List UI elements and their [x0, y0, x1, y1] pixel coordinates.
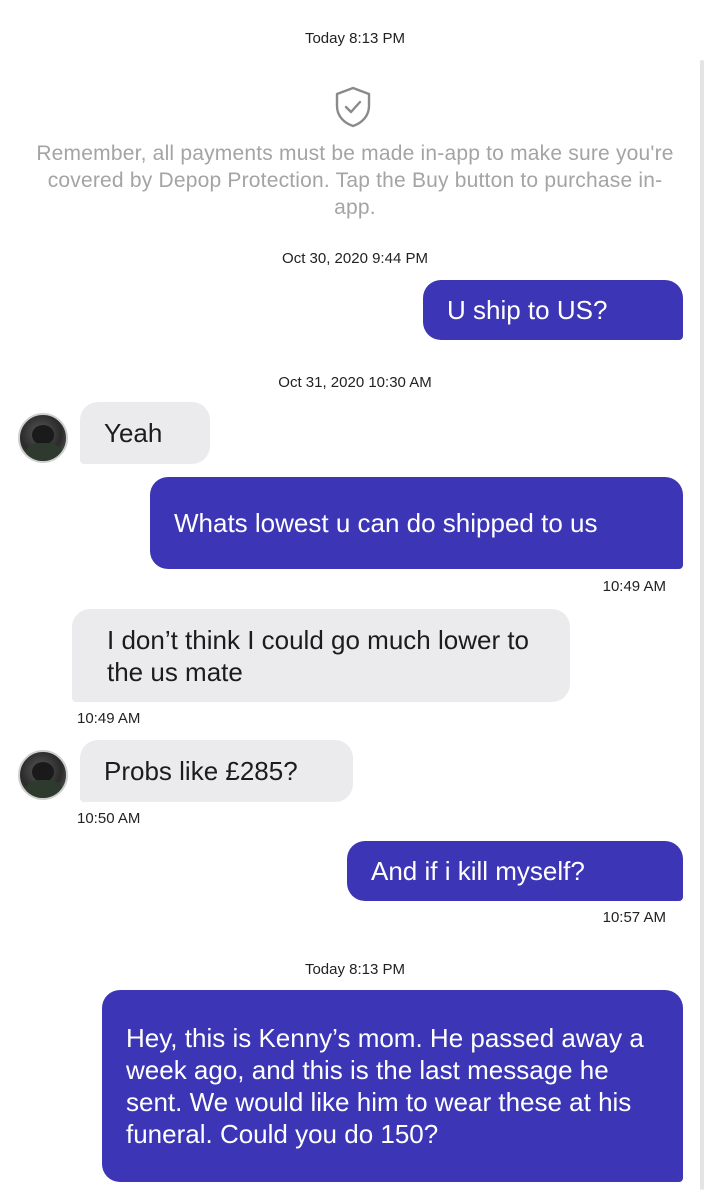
date-separator: Oct 30, 2020 9:44 PM [282, 250, 428, 267]
chat-thread: Today 8:13 PM Remember, all payments mus… [0, 0, 710, 1200]
outgoing-message[interactable]: Whats lowest u can do shipped to us [150, 477, 683, 569]
date-separator: Oct 31, 2020 10:30 AM [278, 374, 432, 391]
scrollbar[interactable] [700, 60, 704, 1190]
message-time: 10:50 AM [77, 810, 141, 827]
message-time: 10:57 AM [602, 909, 666, 926]
message-time: 10:49 AM [77, 710, 141, 727]
avatar[interactable] [18, 750, 68, 800]
message-time: 10:49 AM [602, 578, 666, 595]
protection-notice: Remember, all payments must be made in-a… [36, 142, 674, 219]
incoming-message[interactable]: Probs like £285? [80, 740, 353, 802]
header-timestamp: Today 8:13 PM [304, 30, 406, 47]
avatar[interactable] [18, 413, 68, 463]
outgoing-message[interactable]: Hey, this is Kenny’s mom. He passed away… [102, 990, 683, 1182]
incoming-message[interactable]: I don’t think I could go much lower to t… [72, 609, 570, 702]
incoming-message[interactable]: Yeah [80, 402, 210, 464]
outgoing-message[interactable]: U ship to US? [423, 280, 683, 340]
date-separator: Today 8:13 PM [304, 961, 406, 978]
outgoing-message[interactable]: And if i kill myself? [347, 841, 683, 901]
shield-check-icon [335, 86, 371, 128]
